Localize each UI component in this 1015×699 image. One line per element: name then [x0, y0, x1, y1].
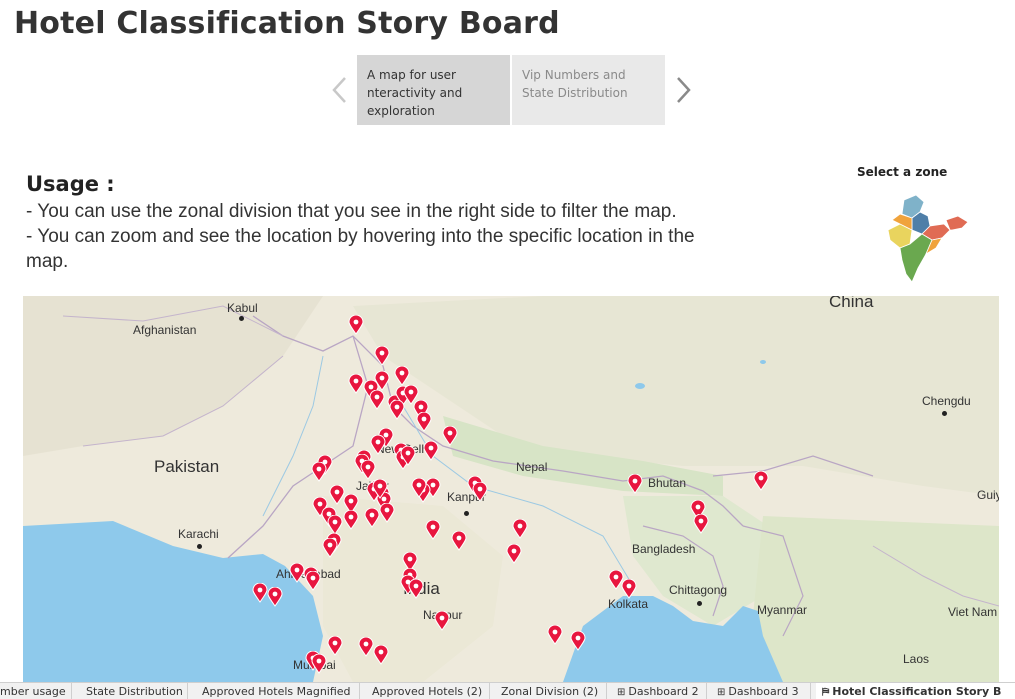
location-pin-icon[interactable] — [327, 515, 343, 535]
city-dot — [697, 601, 702, 606]
location-pin-icon[interactable] — [547, 625, 563, 645]
location-pin-icon[interactable] — [472, 482, 488, 502]
zone-filter-title: Select a zone — [857, 165, 948, 179]
location-pin-icon[interactable] — [305, 571, 321, 591]
location-pin-icon[interactable] — [434, 611, 450, 631]
label-bhutan: Bhutan — [648, 476, 687, 490]
zone-northeast[interactable] — [945, 215, 969, 231]
label-pakistan: Pakistan — [154, 457, 220, 476]
location-pin-icon[interactable] — [442, 426, 458, 446]
city-dot — [197, 544, 202, 549]
sheet-tab[interactable]: Approved Hotels (2) — [366, 683, 490, 699]
sheet-tab-story[interactable]: ⛿ Hotel Classification Story B — [816, 683, 1015, 699]
location-pin-icon[interactable] — [416, 412, 432, 432]
tab-label: Approved Hotels Magnified — [202, 685, 351, 698]
usage-line: - You can zoom and see the location by h… — [26, 226, 695, 247]
location-pin-icon[interactable] — [343, 510, 359, 530]
label-nepal: Nepal — [516, 460, 548, 474]
usage-line: - You can use the zonal division that yo… — [26, 201, 677, 222]
story-point-label: Vip Numbers and State Distribution — [522, 68, 628, 100]
location-pin-icon[interactable] — [411, 478, 427, 498]
location-pin-icon[interactable] — [425, 520, 441, 540]
location-pin-icon[interactable] — [267, 587, 283, 607]
story-point-label: A map for user nteractivity and explorat… — [367, 68, 463, 118]
page-title: Hotel Classification Story Board — [14, 6, 560, 41]
location-pin-icon[interactable] — [360, 460, 376, 480]
location-pin-icon[interactable] — [348, 374, 364, 394]
location-pin-icon[interactable] — [311, 462, 327, 482]
story-point-vip-numbers[interactable]: Vip Numbers and State Distribution — [512, 55, 665, 125]
sheet-tab[interactable]: mber usage — [0, 683, 72, 699]
location-pin-icon[interactable] — [408, 579, 424, 599]
location-pin-icon[interactable] — [370, 435, 386, 455]
location-pin-icon[interactable] — [506, 544, 522, 564]
sheet-tab[interactable]: Approved Hotels Magnified — [196, 683, 360, 699]
location-pin-icon[interactable] — [358, 637, 374, 657]
label-chengdu: Chengdu — [922, 394, 971, 408]
tab-label: Dashboard 3 — [728, 685, 799, 698]
tab-label: Zonal Division (2) — [501, 685, 599, 698]
sheet-tab-dashboard[interactable]: ⊞ Dashboard 2 — [611, 683, 707, 699]
story-icon: ⛿ — [822, 687, 830, 698]
location-pin-icon[interactable] — [753, 471, 769, 491]
label-laos: Laos — [903, 652, 930, 666]
city-dot — [464, 511, 469, 516]
location-pin-icon[interactable] — [348, 315, 364, 335]
usage-text-box: Usage : - You can use the zonal division… — [26, 172, 826, 274]
location-pin-icon[interactable] — [322, 538, 338, 558]
label-karachi: Karachi — [178, 527, 219, 541]
location-pin-icon[interactable] — [364, 508, 380, 528]
location-pin-icon[interactable] — [374, 346, 390, 366]
location-pin-icon[interactable] — [372, 479, 388, 499]
label-afghanistan: Afghanistan — [133, 323, 197, 337]
usage-heading: Usage : — [26, 172, 115, 196]
location-pin-icon[interactable] — [423, 441, 439, 461]
location-pin-icon[interactable] — [327, 636, 343, 656]
chevron-left-icon[interactable] — [330, 75, 350, 105]
tab-label: Hotel Classification Story B — [832, 685, 1002, 698]
location-pin-icon[interactable] — [373, 645, 389, 665]
location-pin-icon[interactable] — [512, 519, 528, 539]
tab-label: mber usage — [0, 685, 66, 698]
label-china: China — [829, 296, 874, 311]
location-pin-icon[interactable] — [627, 474, 643, 494]
dashboard-icon: ⊞ — [717, 687, 726, 698]
location-pin-icon[interactable] — [394, 366, 410, 386]
city-dot — [239, 316, 244, 321]
chevron-right-icon[interactable] — [673, 75, 693, 105]
zone-filter-map[interactable] — [878, 190, 974, 286]
sheet-tab[interactable]: Zonal Division (2) — [495, 683, 607, 699]
label-myanmar: Myanmar — [757, 603, 808, 617]
tab-label: Approved Hotels (2) — [372, 685, 483, 698]
location-pin-icon[interactable] — [252, 583, 268, 603]
label-chittagong: Chittagong — [669, 583, 728, 597]
location-pin-icon[interactable] — [451, 531, 467, 551]
location-pin-icon[interactable] — [693, 514, 709, 534]
hotel-location-map[interactable]: China Kabul Afghanistan Pakistan New Del… — [23, 296, 999, 682]
location-pin-icon[interactable] — [311, 654, 327, 674]
tab-label: State Distribution — [86, 685, 183, 698]
sheet-tab-bar: mber usage State Distribution Approved H… — [0, 682, 1015, 699]
label-kabul: Kabul — [227, 301, 258, 315]
label-guiyang: Guiy — [977, 488, 999, 502]
label-bangladesh: Bangladesh — [632, 542, 696, 556]
dashboard-icon: ⊞ — [617, 687, 626, 698]
label-viet-nam: Viet Nam — [948, 605, 998, 619]
sheet-tab-dashboard[interactable]: ⊞ Dashboard 3 — [711, 683, 811, 699]
tab-label: Dashboard 2 — [628, 685, 699, 698]
city-dot — [942, 411, 947, 416]
location-pin-icon[interactable] — [369, 390, 385, 410]
sheet-tab[interactable]: State Distribution — [80, 683, 188, 699]
story-point-map[interactable]: A map for user nteractivity and explorat… — [357, 55, 510, 125]
location-pin-icon[interactable] — [379, 503, 395, 523]
location-pin-icon[interactable] — [621, 579, 637, 599]
location-pin-icon[interactable] — [570, 631, 586, 651]
location-pin-icon[interactable] — [389, 400, 405, 420]
usage-line: map. — [26, 251, 69, 272]
label-kolkata: Kolkata — [608, 597, 649, 611]
location-pin-icon[interactable] — [400, 446, 416, 466]
